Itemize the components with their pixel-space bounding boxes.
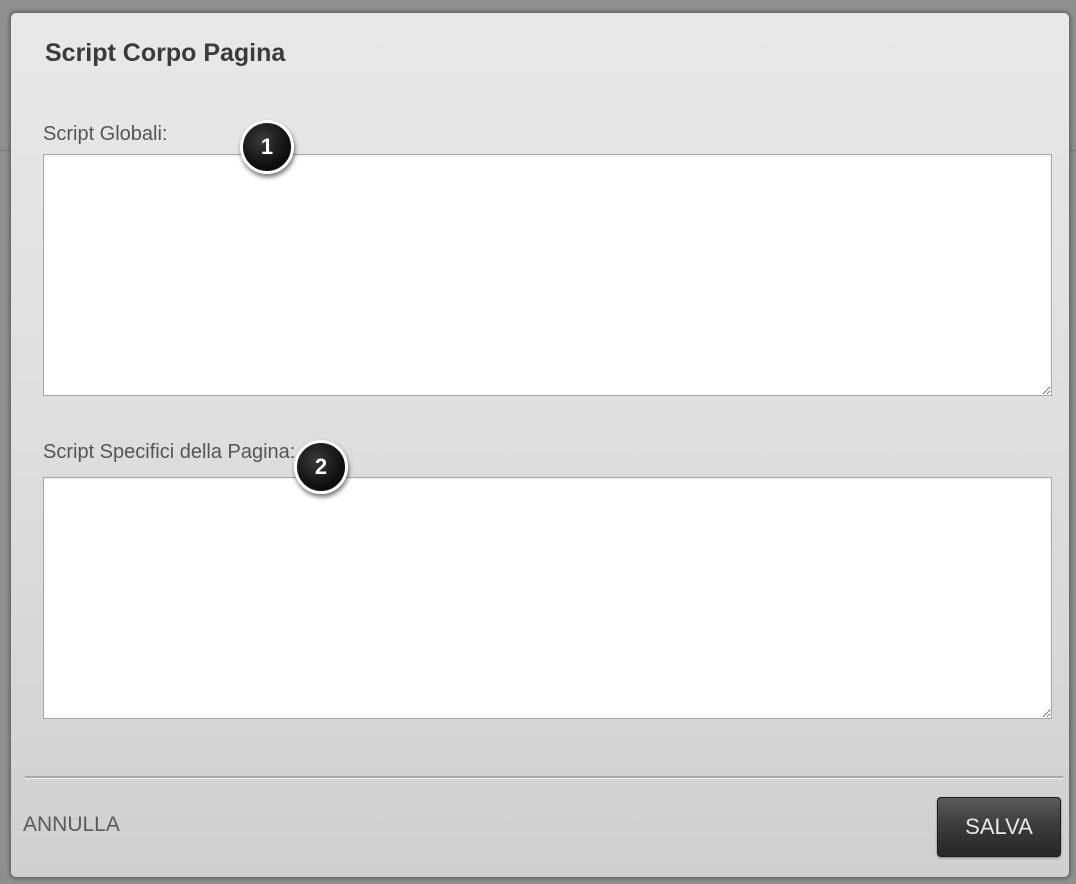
page-scripts-label: Script Specifici della Pagina: [43, 441, 296, 463]
save-button[interactable]: SALVA [937, 797, 1061, 857]
footer-divider [25, 776, 1063, 779]
dialog-title: Script Corpo Pagina [45, 39, 286, 67]
global-scripts-label: Script Globali: [43, 123, 168, 145]
global-scripts-textarea[interactable] [43, 154, 1052, 396]
callout-badge-2: 2 [294, 440, 348, 494]
cancel-button[interactable]: ANNULLA [23, 813, 120, 837]
page-scripts-textarea[interactable] [43, 477, 1052, 719]
script-dialog: Script Corpo Pagina Script Globali: Scri… [10, 12, 1070, 878]
callout-badge-1: 1 [240, 120, 294, 174]
